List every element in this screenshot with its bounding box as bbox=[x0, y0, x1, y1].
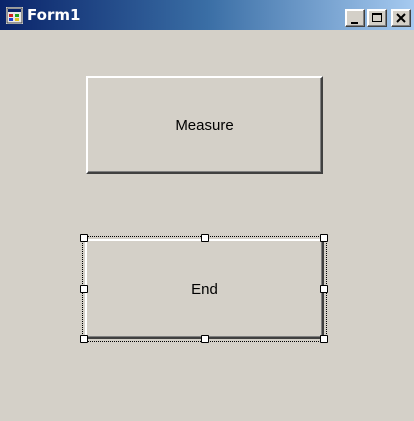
resize-handle-top-right[interactable] bbox=[320, 234, 328, 242]
minimize-icon bbox=[351, 22, 358, 24]
resize-handle-top[interactable] bbox=[201, 234, 209, 242]
close-button[interactable] bbox=[391, 9, 411, 27]
resize-handle-bottom[interactable] bbox=[201, 335, 209, 343]
form-window: Form1 Measure End bbox=[0, 0, 414, 421]
maximize-icon bbox=[372, 13, 382, 22]
window-title: Form1 bbox=[27, 6, 81, 24]
title-bar[interactable]: Form1 bbox=[0, 0, 414, 30]
end-button[interactable]: End bbox=[85, 239, 324, 339]
end-button-label: End bbox=[191, 280, 218, 298]
close-icon bbox=[396, 13, 406, 23]
resize-handle-left[interactable] bbox=[80, 285, 88, 293]
resize-handle-bottom-right[interactable] bbox=[320, 335, 328, 343]
resize-handle-top-left[interactable] bbox=[80, 234, 88, 242]
minimize-button[interactable] bbox=[345, 9, 365, 27]
resize-handle-right[interactable] bbox=[320, 285, 328, 293]
windows-form-icon[interactable] bbox=[6, 7, 23, 24]
measure-button-label: Measure bbox=[175, 116, 234, 134]
measure-button[interactable]: Measure bbox=[86, 76, 323, 174]
resize-handle-bottom-left[interactable] bbox=[80, 335, 88, 343]
maximize-button[interactable] bbox=[367, 9, 387, 27]
